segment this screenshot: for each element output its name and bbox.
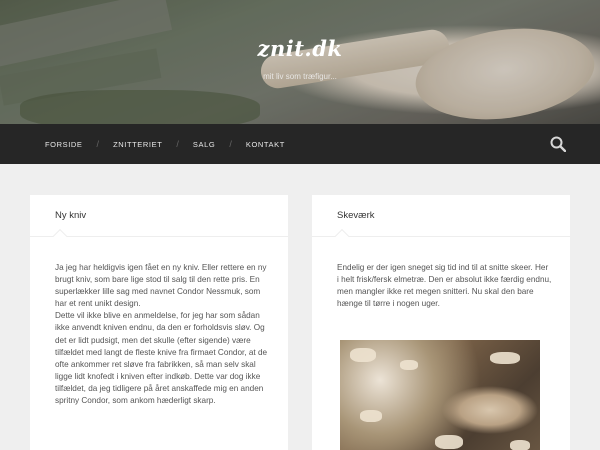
search-button[interactable]: [550, 136, 567, 153]
post-title[interactable]: Skeværk: [337, 210, 374, 221]
site-header: znit.dk mit liv som træfigur...: [0, 0, 600, 124]
post-image-wood-spoon[interactable]: [340, 340, 540, 450]
divider: [30, 236, 288, 237]
search-icon: [550, 136, 567, 153]
nav-item-znitteriet[interactable]: ZNITTERIET: [113, 140, 162, 149]
divider: [312, 236, 570, 237]
post-excerpt: Ja jeg har heldigvis igen fået en ny kni…: [55, 263, 268, 406]
post-card: Ny kniv Ja jeg har heldigvis igen fået e…: [30, 195, 288, 450]
nav-item-salg[interactable]: SALG: [193, 140, 215, 149]
site-title[interactable]: znit.dk: [0, 36, 600, 61]
nav-separator: /: [96, 139, 100, 149]
nav-separator: /: [229, 139, 232, 149]
nav-item-forside[interactable]: FORSIDE: [45, 140, 83, 149]
divider-notch: [334, 228, 350, 244]
site-description: mit liv som træfigur...: [263, 72, 337, 81]
post-card: Skeværk Endelig er der igen sneget sig t…: [312, 195, 570, 450]
divider-notch: [52, 228, 68, 244]
nav-item-kontakt[interactable]: KONTAKT: [246, 140, 285, 149]
post-excerpt: Endelig er der igen sneget sig tid ind t…: [337, 263, 552, 309]
main-navigation: FORSIDE / ZNITTERIET / SALG / KONTAKT: [0, 124, 600, 164]
nav-separator: /: [176, 139, 179, 149]
post-title[interactable]: Ny kniv: [55, 210, 86, 221]
